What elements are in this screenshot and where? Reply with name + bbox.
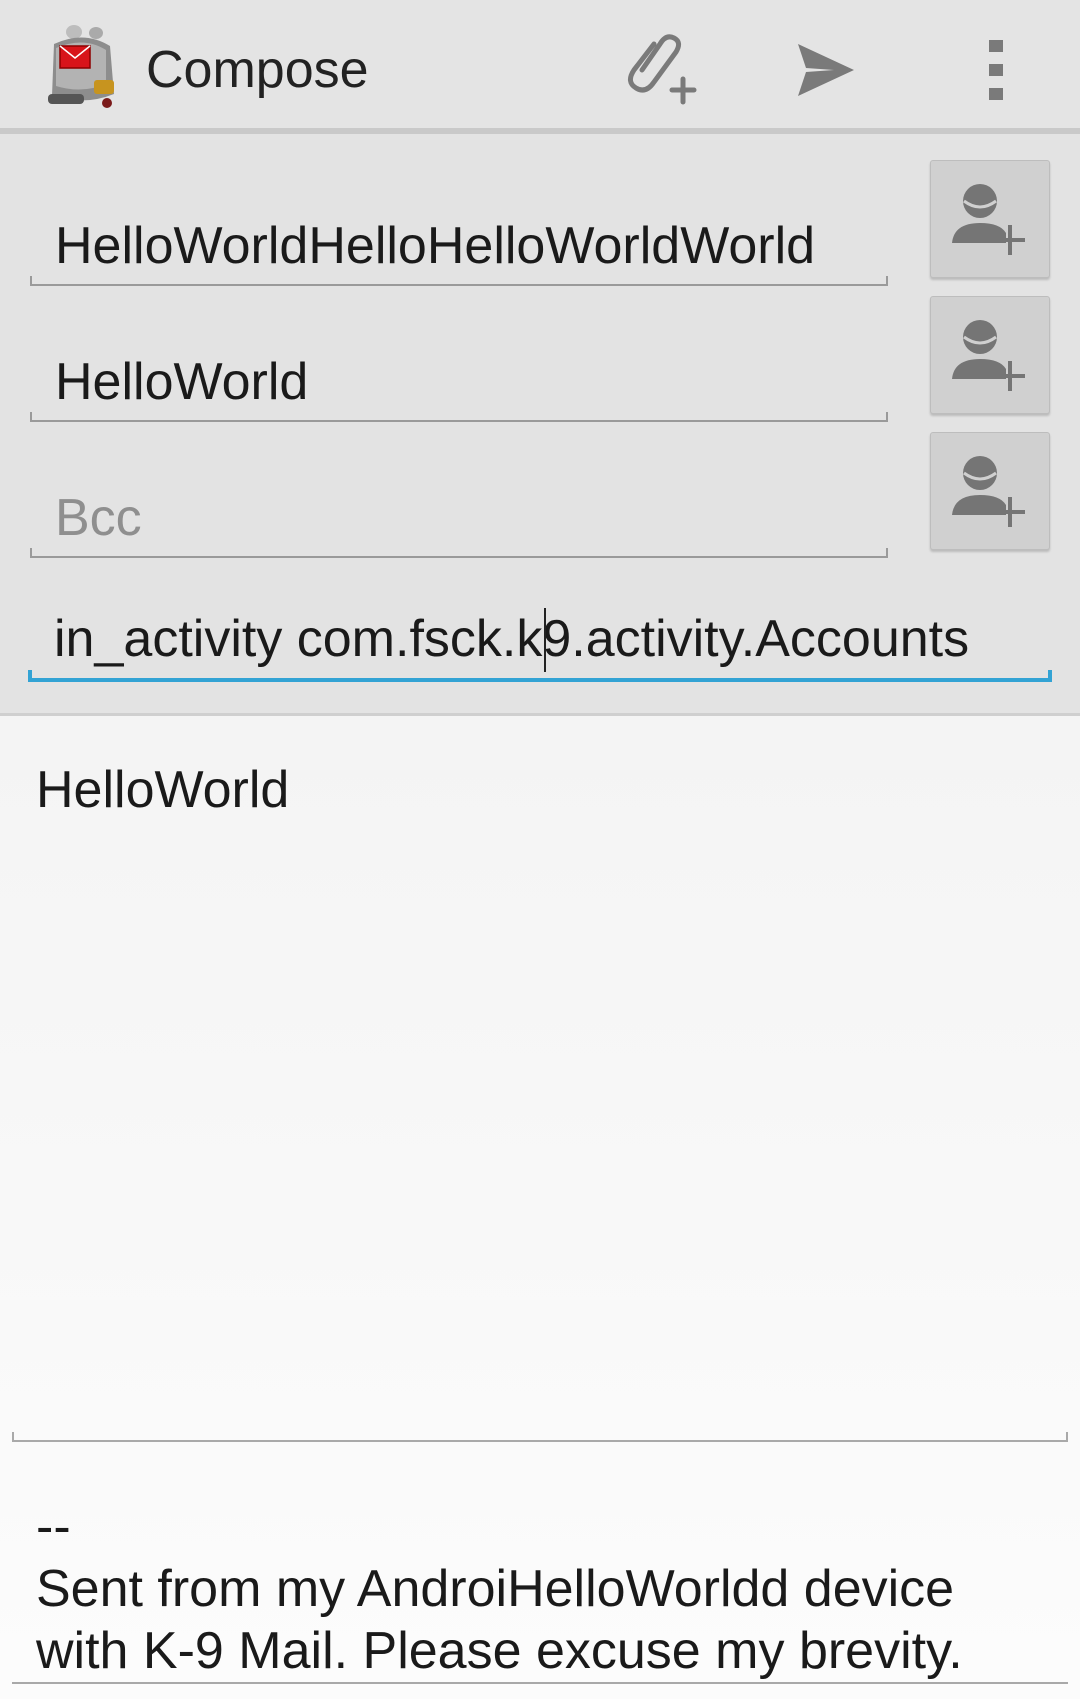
subject-field-value: in_activity com.fsck.k9.activity.Account… xyxy=(54,610,970,668)
bcc-add-contact-button[interactable] xyxy=(930,432,1050,550)
overflow-menu-button[interactable] xyxy=(946,22,1046,118)
text-cursor xyxy=(544,608,546,672)
message-body-area: HelloWorld -- Sent from my AndroiHelloWo… xyxy=(0,716,1080,1699)
to-field-underline xyxy=(30,276,888,286)
attach-button[interactable] xyxy=(610,22,710,118)
cc-field[interactable]: HelloWorld xyxy=(30,342,888,422)
send-icon xyxy=(798,44,854,96)
cc-field-value: HelloWorld xyxy=(55,353,309,411)
add-contact-icon xyxy=(952,320,1025,391)
signature-underline xyxy=(12,1682,1068,1684)
add-contact-icon xyxy=(952,456,1025,527)
overflow-menu-icon xyxy=(989,40,1003,100)
subject-field[interactable]: in_activity com.fsck.k9.activity.Account… xyxy=(28,596,1052,682)
bcc-field[interactable]: Bcc xyxy=(30,478,888,558)
signature-field[interactable]: -- Sent from my AndroiHelloWorldd device… xyxy=(36,1496,1046,1682)
k9-mail-app-icon[interactable] xyxy=(44,24,124,112)
screen-title: Compose xyxy=(146,41,369,99)
cc-add-contact-button[interactable] xyxy=(930,296,1050,414)
bcc-field-underline xyxy=(30,548,888,558)
message-body-field[interactable]: HelloWorld xyxy=(36,758,1036,822)
action-bar: Compose xyxy=(0,0,1080,134)
attach-icon xyxy=(628,34,697,105)
subject-field-underline xyxy=(28,670,1052,682)
to-field-value: HelloWorldHelloHelloWorldWorld xyxy=(55,217,816,275)
send-button[interactable] xyxy=(776,22,876,118)
header-fields: HelloWorldHelloHelloWorldWorld HelloWorl… xyxy=(0,134,1080,716)
cc-field-underline xyxy=(30,412,888,422)
message-body-underline xyxy=(12,1432,1068,1442)
to-add-contact-button[interactable] xyxy=(930,160,1050,278)
add-contact-icon xyxy=(952,184,1025,255)
bcc-field-placeholder: Bcc xyxy=(55,489,142,547)
to-field[interactable]: HelloWorldHelloHelloWorldWorld xyxy=(30,206,888,286)
